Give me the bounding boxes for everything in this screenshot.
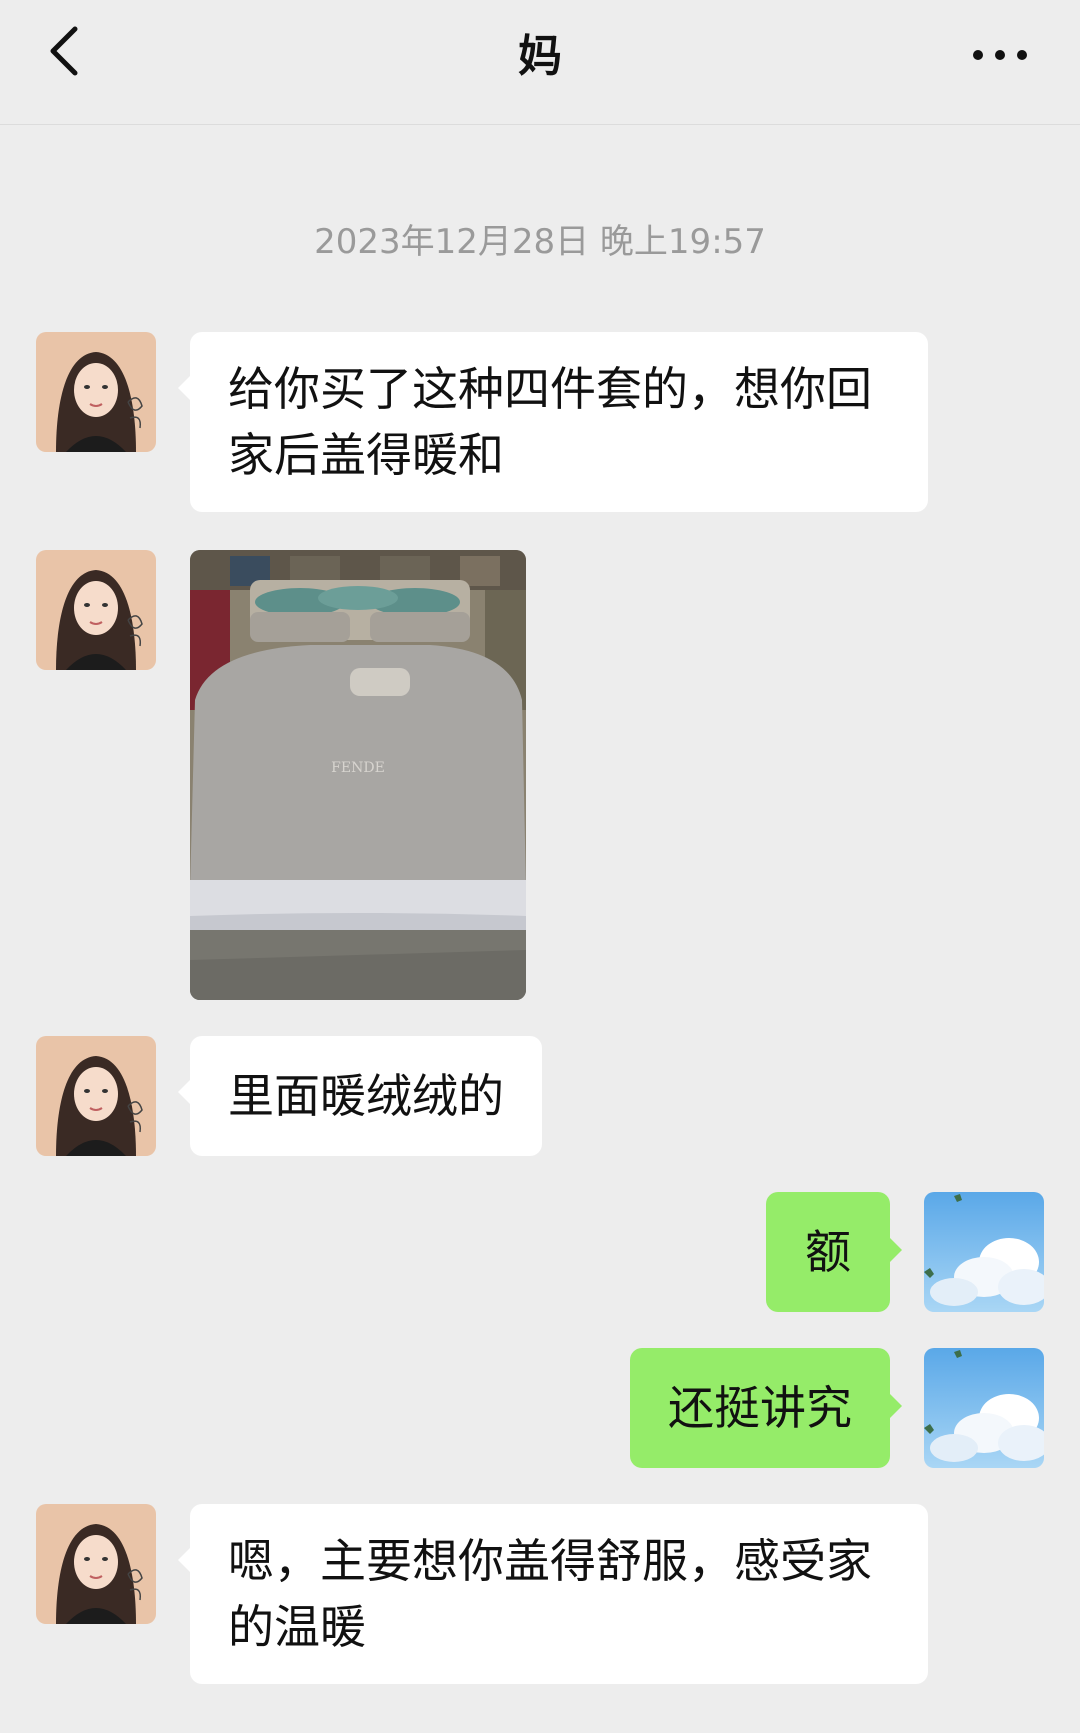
message-text: 给你买了这种四件套的，想你回家后盖得暖和	[228, 362, 872, 482]
more-button[interactable]	[960, 30, 1040, 80]
mom-avatar-icon	[36, 1504, 156, 1624]
message-bubble-incoming[interactable]: 里面暖绒绒的	[178, 1036, 542, 1156]
bedding-image: FENDE	[190, 550, 526, 1000]
sky-avatar-icon	[924, 1348, 1044, 1468]
chat-title: 妈	[518, 31, 562, 82]
mom-avatar-icon	[36, 1036, 156, 1156]
bedding-photo[interactable]: FENDE	[190, 550, 526, 1000]
bedding-brand-text: FENDE	[331, 760, 385, 776]
more-dots-icon	[973, 50, 1027, 60]
message-text: 还挺讲究	[668, 1381, 852, 1435]
avatar[interactable]	[924, 1192, 1044, 1312]
message-bubble-incoming[interactable]: 给你买了这种四件套的，想你回家后盖得暖和	[178, 332, 928, 512]
chat-header: 妈	[0, 0, 1080, 125]
mom-avatar-icon	[36, 550, 156, 670]
avatar[interactable]	[36, 1036, 156, 1156]
avatar[interactable]	[924, 1348, 1044, 1468]
message-bubble-outgoing[interactable]: 还挺讲究	[630, 1348, 902, 1468]
message-text: 额	[805, 1225, 851, 1279]
avatar[interactable]	[36, 332, 156, 452]
message-bubble-outgoing[interactable]: 额	[766, 1192, 902, 1312]
message-timestamp: 2023年12月28日 晚上19:57	[314, 222, 766, 262]
avatar[interactable]	[36, 550, 156, 670]
message-text: 嗯，主要想你盖得舒服，感受家的温暖	[228, 1534, 872, 1654]
sky-avatar-icon	[924, 1192, 1044, 1312]
mom-avatar-icon	[36, 332, 156, 452]
message-text: 里面暖绒绒的	[228, 1069, 504, 1123]
avatar[interactable]	[36, 1504, 156, 1624]
message-bubble-incoming[interactable]: 嗯，主要想你盖得舒服，感受家的温暖	[178, 1504, 928, 1684]
